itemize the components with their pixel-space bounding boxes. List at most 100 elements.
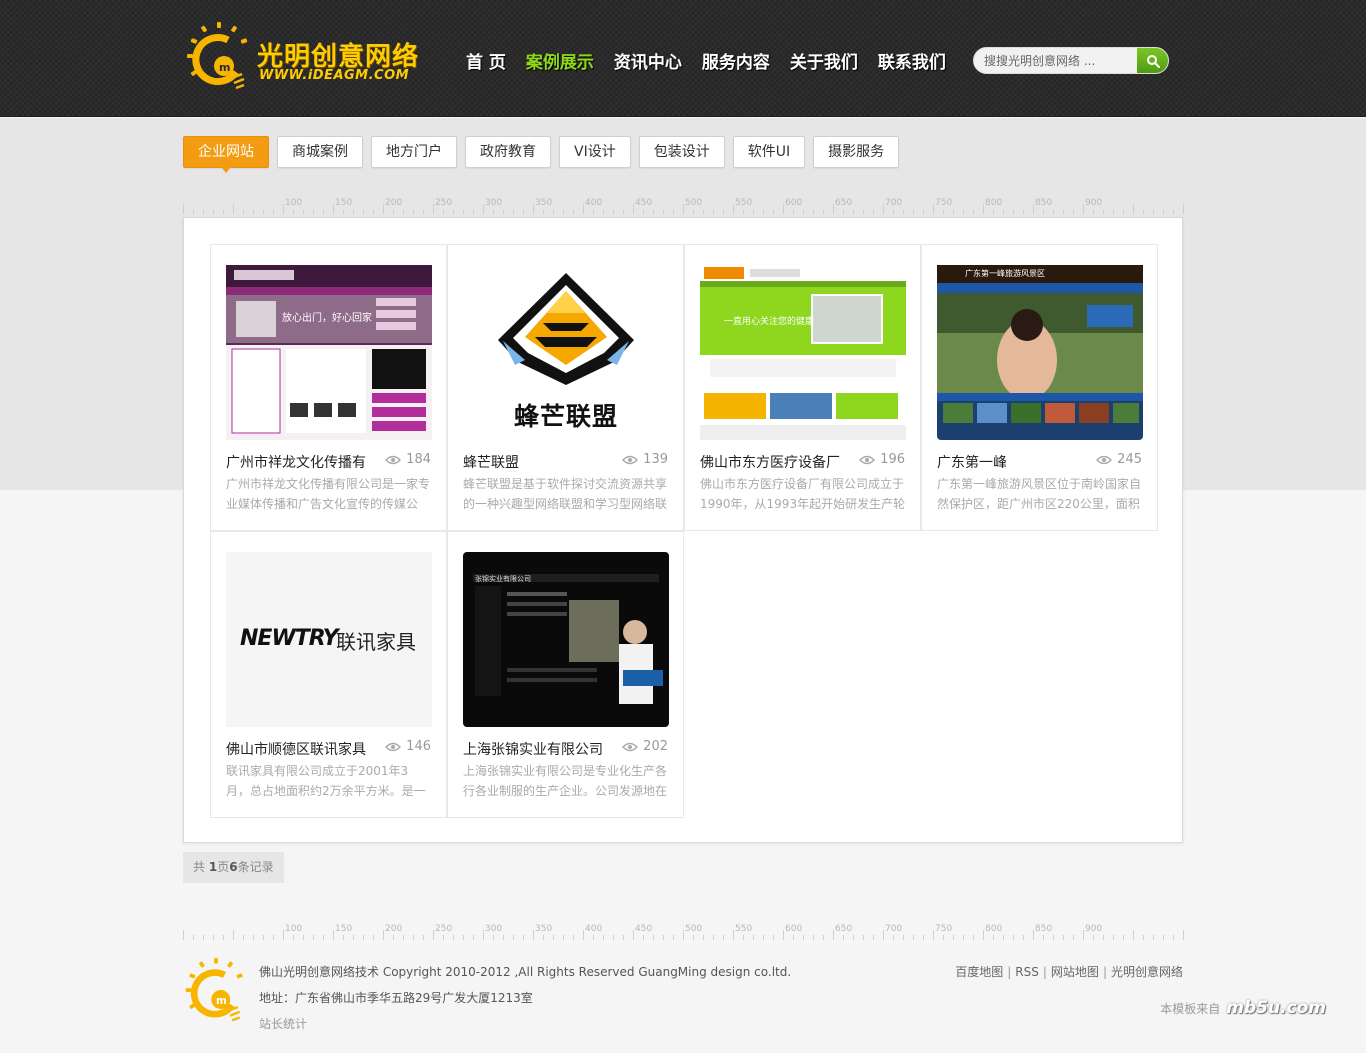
ruler-tick bbox=[923, 209, 924, 214]
case-card[interactable]: 蜂芒联盟 蜂芒联盟 139 蜂芒联盟是基于软件探讨交流资源共享的一种兴趣型网络联… bbox=[447, 244, 684, 531]
tab-photography[interactable]: 摄影服务 bbox=[813, 136, 900, 168]
case-thumbnail[interactable]: 蜂芒联盟 bbox=[463, 265, 669, 440]
nav-services[interactable]: 服务内容 bbox=[702, 48, 770, 73]
ruler-tick bbox=[763, 209, 764, 214]
ruler-label: 900 bbox=[1085, 198, 1103, 208]
ruler-tick bbox=[183, 204, 184, 214]
ruler-tick bbox=[933, 204, 934, 214]
nav-cases[interactable]: 案例展示 bbox=[526, 48, 594, 73]
footer-stats-link[interactable]: 站长统计 bbox=[259, 1017, 307, 1031]
ruler-tick bbox=[393, 209, 394, 214]
case-title[interactable]: 佛山市顺德区联讯家具 bbox=[226, 739, 366, 759]
tab-portal[interactable]: 地方门户 bbox=[371, 136, 457, 168]
nav-news[interactable]: 资讯中心 bbox=[614, 48, 682, 73]
footer-link-baidu-map[interactable]: 百度地图 bbox=[955, 965, 1003, 979]
ruler-tick bbox=[923, 935, 924, 940]
ruler-label: 200 bbox=[385, 924, 403, 934]
ruler-tick bbox=[1003, 935, 1004, 940]
thumbnail-caption: 蜂芒联盟 bbox=[513, 402, 618, 431]
case-thumbnail[interactable]: 放心出门，好心回家 bbox=[226, 265, 432, 440]
ruler-tick bbox=[783, 930, 784, 940]
ruler-tick bbox=[263, 209, 264, 214]
ruler-tick bbox=[303, 209, 304, 214]
ruler-tick bbox=[623, 935, 624, 940]
nav-contact[interactable]: 联系我们 bbox=[878, 48, 946, 73]
ruler-tick bbox=[523, 935, 524, 940]
case-title[interactable]: 佛山市东方医疗设备厂 bbox=[700, 452, 840, 472]
ruler-tick bbox=[613, 209, 614, 214]
tab-enterprise[interactable]: 企业网站 bbox=[183, 136, 269, 173]
nav-home[interactable]: 首 页 bbox=[466, 48, 506, 73]
ruler-tick bbox=[1173, 935, 1174, 940]
tab-software-ui[interactable]: 软件UI bbox=[732, 136, 806, 168]
ruler-label: 150 bbox=[335, 198, 353, 208]
view-count-value: 184 bbox=[406, 452, 431, 467]
ruler-tick bbox=[523, 209, 524, 214]
ruler-label: 650 bbox=[835, 198, 853, 208]
case-card[interactable]: 放心出门，好心回家 广州市祥龙文化传播有 184 广州市祥龙文化传播有限公司是一… bbox=[210, 244, 447, 531]
tab-mall[interactable]: 商城案例 bbox=[277, 136, 363, 168]
case-card[interactable]: NEWTRY 联讯家具 佛山市顺德区联讯家具 146 联讯家具有限公司成立于20… bbox=[210, 531, 447, 818]
ruler-label: 300 bbox=[485, 198, 503, 208]
ruler-label: 350 bbox=[535, 198, 553, 208]
ruler-tick bbox=[443, 209, 444, 214]
case-thumbnail[interactable]: NEWTRY 联讯家具 bbox=[226, 552, 432, 727]
view-count: 202 bbox=[622, 739, 668, 754]
case-thumbnail[interactable]: 一直用心关注您的健康 bbox=[700, 265, 906, 440]
ruler-tick bbox=[1023, 209, 1024, 214]
ruler-tick bbox=[443, 935, 444, 940]
nav-about[interactable]: 关于我们 bbox=[790, 48, 858, 73]
footer-link-sitemap[interactable]: 网站地图 bbox=[1051, 965, 1099, 979]
search-input[interactable] bbox=[974, 48, 1138, 73]
ruler-tick bbox=[293, 935, 294, 940]
ruler-tick bbox=[223, 209, 224, 214]
case-title[interactable]: 广东第一峰 bbox=[937, 452, 1007, 472]
search-button[interactable] bbox=[1137, 48, 1168, 73]
case-thumbnail[interactable]: 张锦实业有限公司 bbox=[463, 552, 669, 727]
ruler-tick bbox=[503, 209, 504, 214]
ruler-tick bbox=[413, 935, 414, 940]
ruler-tick bbox=[723, 935, 724, 940]
ruler-label: 100 bbox=[285, 924, 303, 934]
ruler-tick bbox=[1083, 930, 1084, 940]
ruler-tick bbox=[1113, 209, 1114, 214]
brand-url: WWW.iDEAGM.COM bbox=[259, 68, 410, 83]
ruler-tick bbox=[653, 209, 654, 214]
template-watermark: 本模板来自 mb5u.com bbox=[1160, 998, 1326, 1018]
ruler-tick bbox=[633, 204, 634, 214]
case-title[interactable]: 广州市祥龙文化传播有 bbox=[226, 452, 366, 472]
case-title[interactable]: 蜂芒联盟 bbox=[463, 452, 519, 472]
ruler-label: 750 bbox=[935, 198, 953, 208]
ruler-tick bbox=[793, 209, 794, 214]
case-title[interactable]: 上海张锦实业有限公司 bbox=[463, 739, 603, 759]
ruler-tick bbox=[413, 209, 414, 214]
ruler-tick bbox=[473, 209, 474, 214]
tab-vi-design[interactable]: VI设计 bbox=[559, 136, 631, 168]
ruler-tick bbox=[863, 209, 864, 214]
footer-link-rss[interactable]: RSS bbox=[1015, 965, 1039, 979]
ruler-tick bbox=[333, 930, 334, 940]
tab-gov-edu[interactable]: 政府教育 bbox=[465, 136, 551, 168]
case-card[interactable]: 广东第一峰旅游风景区 广东第一峰 245 广东第一峰旅游风景区位于南岭国家自然保… bbox=[921, 244, 1158, 531]
ruler-label: 800 bbox=[985, 198, 1003, 208]
tab-packaging[interactable]: 包装设计 bbox=[638, 136, 725, 168]
ruler-tick bbox=[283, 930, 284, 940]
ruler-tick bbox=[563, 935, 564, 940]
ruler-tick bbox=[583, 930, 584, 940]
ruler-tick bbox=[773, 209, 774, 214]
ruler-tick bbox=[853, 209, 854, 214]
case-card[interactable]: 张锦实业有限公司 上海张锦实业有限公司 202 上海张锦实业有限公司是专业化生产… bbox=[447, 531, 684, 818]
site-logo[interactable]: m 光明创意网络 WWW.iDEAGM.COM bbox=[184, 20, 434, 94]
ruler-tick bbox=[623, 209, 624, 214]
footer-link-home[interactable]: 光明创意网络 bbox=[1111, 965, 1183, 979]
case-card[interactable]: 一直用心关注您的健康 佛山市东方医疗设备厂 196 佛山市东方医疗设备厂有限公司… bbox=[684, 244, 921, 531]
case-thumbnail[interactable]: 广东第一峰旅游风景区 bbox=[937, 265, 1143, 440]
eye-icon bbox=[385, 742, 402, 751]
ruler-decoration-bottom: 100 150 200 250 300 350 400 450 500 550 600 650 700 7… bbox=[183, 924, 1184, 940]
ruler-tick bbox=[573, 935, 574, 940]
eye-icon bbox=[385, 455, 402, 464]
eye-icon bbox=[1096, 455, 1113, 464]
thumbnail-caption: 广东第一峰旅游风景区 bbox=[965, 269, 1045, 278]
ruler-tick bbox=[1133, 930, 1134, 940]
view-count: 146 bbox=[385, 739, 431, 754]
